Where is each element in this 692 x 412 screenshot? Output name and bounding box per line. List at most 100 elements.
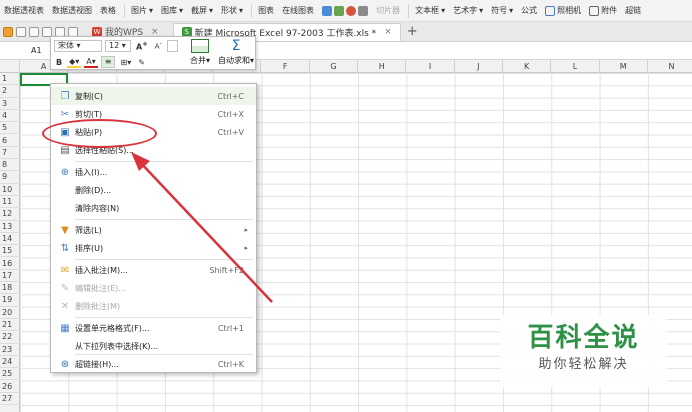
new-tab-button[interactable]: + xyxy=(407,24,418,39)
insert-icon: ⊕ xyxy=(60,166,70,178)
chart-type-icons[interactable] xyxy=(322,5,369,16)
menu-item-label: 清除内容(N) xyxy=(75,203,120,213)
autosum-button[interactable]: Σ 自动求和▾ xyxy=(217,39,255,69)
ribbon-online-chart[interactable]: 在线图表 xyxy=(282,5,314,16)
row-header[interactable]: 6 xyxy=(0,135,20,147)
select-all-corner[interactable] xyxy=(0,60,20,73)
row-header[interactable]: 27 xyxy=(0,393,20,406)
row-header[interactable]: 23 xyxy=(0,344,20,356)
column-header-n[interactable]: N xyxy=(648,60,692,73)
menu-item-filter[interactable]: ▼ 筛选(L) ▸ xyxy=(51,221,256,239)
row-header[interactable]: 9 xyxy=(0,171,20,184)
mini-toolbar: 宋体 ▾ 12 ▾ A+ A- B ◆▾ A▾ ≡ ⊞▾ ✎ 合并▾ Σ 自动求… xyxy=(50,36,256,70)
align-center-icon[interactable]: ≡ xyxy=(100,56,116,68)
menu-separator xyxy=(75,219,253,220)
row-header[interactable]: 5 xyxy=(0,122,20,135)
font-name-dropdown[interactable]: 宋体 ▾ xyxy=(54,40,102,52)
row-header[interactable]: 16 xyxy=(0,258,20,270)
fill-color-icon[interactable]: ◆▾ xyxy=(67,57,82,68)
column-header-m[interactable]: M xyxy=(600,60,648,73)
ribbon-pivot-chart[interactable]: 数据透视图 xyxy=(52,5,92,16)
copy-icon: ❐ xyxy=(60,90,70,102)
ribbon-gallery[interactable]: 图库 ▾ xyxy=(161,5,183,16)
ribbon-shapes[interactable]: 形状 ▾ xyxy=(221,5,243,16)
menu-item-format-cells[interactable]: ▦ 设置单元格格式(F)... Ctrl+1 xyxy=(51,319,256,337)
borders-icon[interactable]: ⊞▾ xyxy=(118,58,133,67)
quick-access-toolbar xyxy=(0,26,78,37)
menu-item-shortcut: Ctrl+K xyxy=(217,359,244,369)
row-header[interactable]: 4 xyxy=(0,110,20,123)
menu-item-delete[interactable]: 删除(D)... xyxy=(51,181,256,199)
grow-font-button[interactable]: A+ xyxy=(134,40,150,52)
ribbon-symbol[interactable]: 符号 ▾ xyxy=(491,5,513,16)
row-header[interactable]: 19 xyxy=(0,294,20,307)
row-header[interactable]: 12 xyxy=(0,208,20,221)
merge-button[interactable]: 合并▾ xyxy=(183,39,217,69)
row-header[interactable]: 26 xyxy=(0,381,20,393)
name-box[interactable]: A1 xyxy=(0,44,46,58)
format-painter-icon[interactable] xyxy=(166,40,178,52)
column-header-h[interactable]: H xyxy=(358,60,407,73)
row-header[interactable]: 20 xyxy=(0,307,20,319)
redo-icon[interactable] xyxy=(68,26,78,37)
close-icon[interactable]: × xyxy=(384,27,392,37)
row-header[interactable]: 11 xyxy=(0,196,20,209)
ribbon-table[interactable]: 表格 xyxy=(100,5,116,16)
ribbon-picture[interactable]: 图片 ▾ xyxy=(131,5,153,16)
menu-item-delete-comment[interactable]: ✕ 删除批注(M) xyxy=(51,297,256,315)
row-headers: 1 2 3 4 5 6 7 8 9 10 11 12 13 14 15 16 17 18 19 20 21 22 23 24 2… xyxy=(0,73,20,412)
ribbon-chart[interactable]: 图表 xyxy=(258,5,274,16)
row-header[interactable]: 24 xyxy=(0,356,20,369)
menu-item-edit-comment[interactable]: ✎ 编辑批注(E)... xyxy=(51,279,256,297)
ribbon-slicer[interactable]: 切片器 xyxy=(376,5,400,16)
row-header[interactable]: 14 xyxy=(0,233,20,246)
row-header[interactable]: 21 xyxy=(0,319,20,332)
ribbon-screenshot[interactable]: 截屏 ▾ xyxy=(191,5,213,16)
row-header[interactable]: 17 xyxy=(0,270,20,283)
ribbon-textbox[interactable]: 文本框 ▾ xyxy=(415,5,445,16)
column-header-l[interactable]: L xyxy=(551,60,600,73)
row-header[interactable]: 10 xyxy=(0,184,20,196)
ribbon-camera[interactable]: 照相机 xyxy=(545,5,581,16)
row-header[interactable]: 18 xyxy=(0,282,20,295)
menu-item-insert[interactable]: ⊕ 插入(I)... xyxy=(51,163,256,181)
menu-item-clear-contents[interactable]: 清除内容(N) xyxy=(51,199,256,217)
menu-icon-placeholder xyxy=(58,183,72,197)
print-icon[interactable] xyxy=(29,26,39,37)
row-header[interactable]: 25 xyxy=(0,368,20,381)
menu-item-label: 筛选(L) xyxy=(75,225,102,235)
menu-item-copy[interactable]: ❐ 复制(C) Ctrl+C xyxy=(51,87,256,105)
open-folder-icon[interactable] xyxy=(3,26,13,37)
menu-item-pick-from-list[interactable]: 从下拉列表中选择(K)... xyxy=(51,337,256,355)
row-header[interactable]: 2 xyxy=(0,85,20,98)
eraser-icon[interactable]: ✎ xyxy=(136,58,147,67)
column-header-g[interactable]: G xyxy=(310,60,359,73)
ribbon-wordart[interactable]: 艺术字 ▾ xyxy=(453,5,483,16)
font-size-dropdown[interactable]: 12 ▾ xyxy=(105,40,131,52)
row-header[interactable]: 3 xyxy=(0,98,20,110)
undo-icon[interactable] xyxy=(55,26,65,37)
row-header[interactable]: 22 xyxy=(0,331,20,344)
row-header[interactable]: 7 xyxy=(0,147,20,160)
preview-icon[interactable] xyxy=(42,26,52,37)
shrink-font-button[interactable]: A- xyxy=(153,41,164,50)
menu-item-sort[interactable]: ⇅ 排序(U) ▸ xyxy=(51,239,256,257)
save-icon[interactable] xyxy=(16,26,26,37)
close-icon[interactable]: × xyxy=(151,27,159,37)
row-header[interactable]: 15 xyxy=(0,245,20,258)
column-header-j[interactable]: J xyxy=(455,60,503,73)
menu-item-insert-comment[interactable]: ✉ 插入批注(M)... Shift+F2 xyxy=(51,261,256,279)
column-header-k[interactable]: K xyxy=(503,60,552,73)
menu-item-hyperlink[interactable]: ⊛ 超链接(H)... Ctrl+K xyxy=(51,355,256,373)
ribbon-pivot-table[interactable]: 数据透视表 xyxy=(4,5,44,16)
bold-button[interactable]: B xyxy=(54,58,64,67)
row-header[interactable]: 13 xyxy=(0,221,20,233)
column-header-i[interactable]: I xyxy=(406,60,455,73)
row-header[interactable]: 1 xyxy=(0,73,20,86)
row-header[interactable]: 8 xyxy=(0,159,20,172)
column-header-f[interactable]: F xyxy=(262,60,310,73)
ribbon-hyperlink[interactable]: 超链 xyxy=(625,5,641,16)
font-color-icon[interactable]: A▾ xyxy=(84,57,98,68)
ribbon-formula[interactable]: 公式 xyxy=(521,5,537,16)
ribbon-attachment[interactable]: 附件 xyxy=(589,5,617,16)
